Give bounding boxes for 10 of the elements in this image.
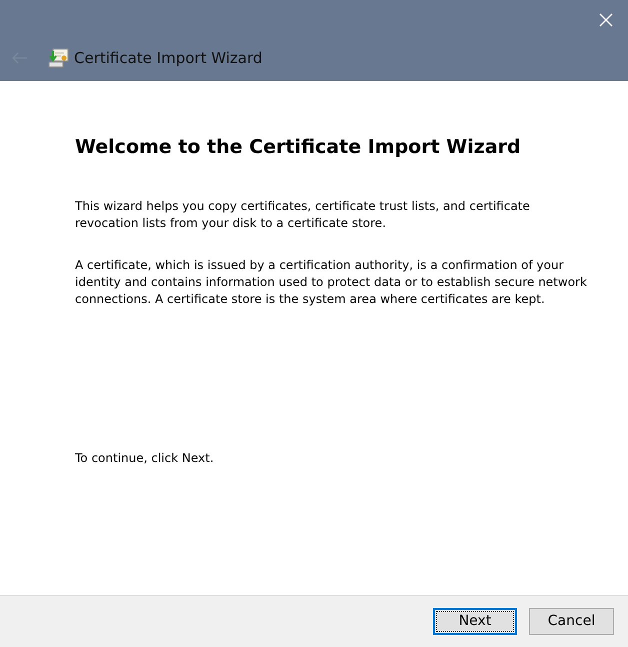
certificate-icon [47, 47, 69, 69]
next-button[interactable]: Next [433, 608, 517, 635]
cancel-button[interactable]: Cancel [529, 608, 614, 635]
description-paragraph: A certificate, which is issued by a certification authority, is a confirmation of your identity and contains information used to protect data or to establish secure network connections. A certificate store is the system area where certificates are kept. [75, 256, 588, 308]
close-icon [599, 13, 613, 27]
close-button[interactable] [598, 12, 614, 28]
continue-text: To continue, click Next. [75, 450, 215, 467]
window-title: Certificate Import Wizard [74, 48, 262, 69]
description-paragraph: This wizard helps you copy certificates, certificate trust lists, and certificate revocation lists from your disk to a certificate store. [75, 198, 531, 232]
wizard-heading: Welcome to the Certificate Import Wizard [75, 136, 522, 160]
